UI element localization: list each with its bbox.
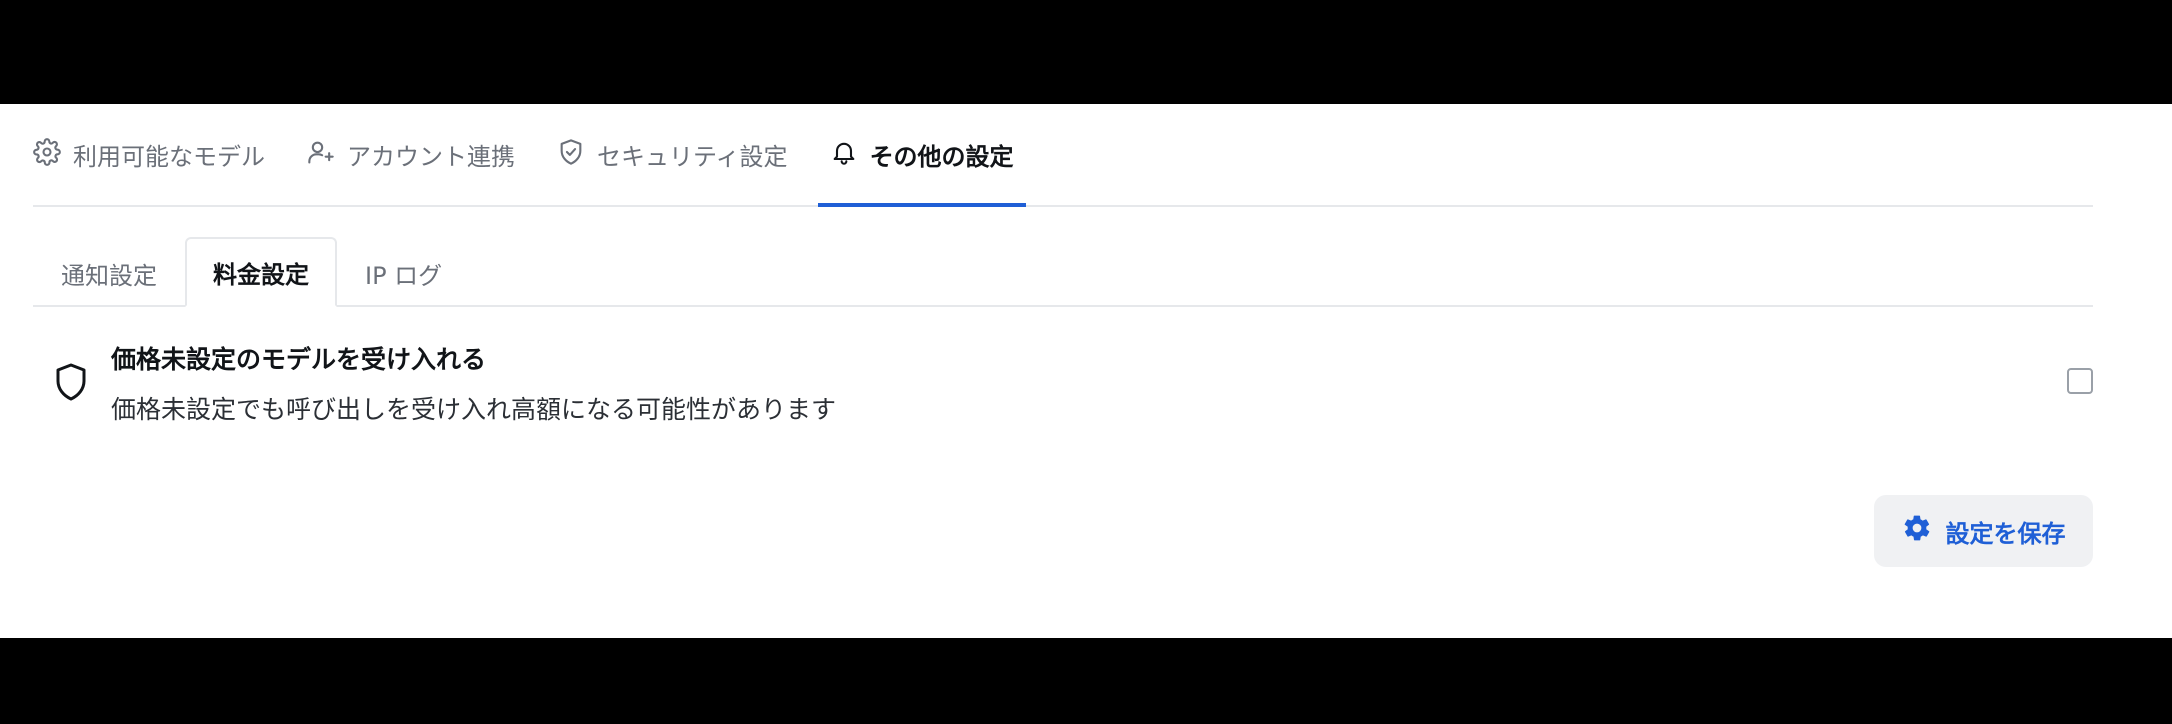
user-plus-icon <box>307 138 335 172</box>
gear-icon <box>33 137 61 172</box>
bell-icon <box>830 138 858 172</box>
shield-check-icon <box>557 138 585 172</box>
subtab-notification-settings[interactable]: 通知設定 <box>33 237 185 307</box>
gear-icon <box>1902 513 1932 549</box>
tab-other-settings[interactable]: その他の設定 <box>817 104 1026 207</box>
accept-unpriced-checkbox[interactable] <box>2067 368 2093 394</box>
tab-label: その他の設定 <box>869 143 1014 171</box>
main-tab-bar: 利用可能なモデル アカウント連携 セキュリティ設定 その他の設定 <box>33 104 2093 207</box>
tab-label: 利用可能なモデル <box>73 143 265 171</box>
setting-description: 価格未設定でも呼び出しを受け入れ高額になる可能性があります <box>111 395 837 424</box>
settings-panel: 利用可能なモデル アカウント連携 セキュリティ設定 その他の設定 通知設定 料金… <box>0 104 2172 638</box>
tab-account-linking[interactable]: アカウント連携 <box>295 104 527 205</box>
sub-tab-bar: 通知設定 料金設定 IP ログ <box>33 237 2093 307</box>
subtab-pricing-settings[interactable]: 料金設定 <box>185 237 337 307</box>
tab-label: セキュリティ設定 <box>597 143 788 171</box>
setting-accept-unpriced-models: 価格未設定のモデルを受け入れる 価格未設定でも呼び出しを受け入れ高額になる可能性… <box>33 334 2093 434</box>
save-button-label: 設定を保存 <box>1945 519 2066 548</box>
save-settings-button[interactable]: 設定を保存 <box>1874 495 2093 567</box>
shield-icon <box>53 362 89 402</box>
subtab-ip-log[interactable]: IP ログ <box>337 237 470 307</box>
tab-available-models[interactable]: 利用可能なモデル <box>33 104 277 205</box>
tab-security-settings[interactable]: セキュリティ設定 <box>545 104 800 205</box>
tab-label: アカウント連携 <box>347 143 515 171</box>
setting-title: 価格未設定のモデルを受け入れる <box>111 345 487 374</box>
